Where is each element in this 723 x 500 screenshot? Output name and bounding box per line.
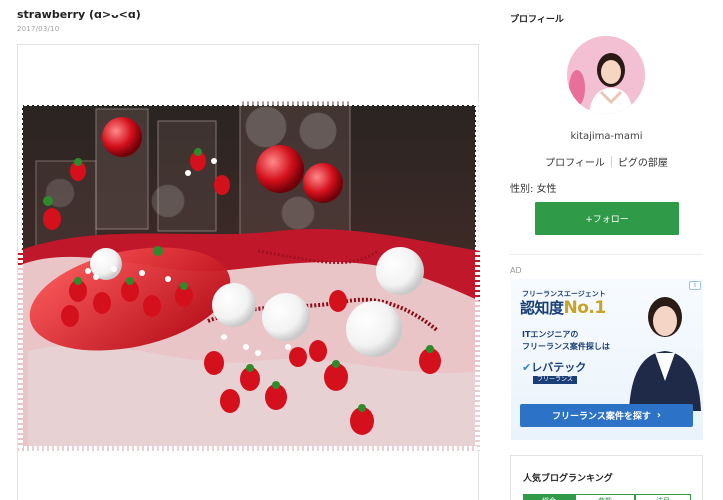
ad-headline-prefix: 認知度 <box>520 299 564 317</box>
profile-links: プロフィール ピグの部屋 <box>510 154 703 169</box>
sidebar-divider <box>510 254 703 255</box>
link-separator <box>610 156 612 167</box>
ranking-tab-overall[interactable]: 総合 <box>523 494 575 500</box>
ranking-tab-entertainment[interactable]: 芸能 <box>575 494 635 500</box>
ranking-title: 人気ブログランキング <box>523 474 613 484</box>
ad-body-line1: ITエンジニアの <box>522 330 579 339</box>
post-title[interactable]: strawberry (ɑ>ᴗ<ɑ) <box>17 8 141 21</box>
post-date: 2017/03/10 <box>17 25 60 33</box>
ad-body-line2: フリーランス案件探しは <box>522 342 610 351</box>
profile-link[interactable]: プロフィール <box>545 158 605 169</box>
pigg-room-link[interactable]: ピグの部屋 <box>618 158 668 169</box>
ad-logo-text: レバテック <box>531 361 587 374</box>
post-photo[interactable] <box>18 101 480 451</box>
ad-logo: ✔レバテック <box>522 359 586 375</box>
ad-cta-label: フリーランス案件を探す <box>552 412 651 422</box>
chevron-right-icon: › <box>656 410 661 421</box>
profile-heading: プロフィール <box>510 15 564 25</box>
blog-ranking-widget: 人気ブログランキング 総合 芸能 注目 <box>510 455 703 500</box>
post-body <box>17 44 480 500</box>
ad-cta-button[interactable]: フリーランス案件を探す › <box>520 404 693 427</box>
profile-username[interactable]: kitajima-mami <box>510 131 703 142</box>
avatar-image <box>567 36 645 114</box>
avatar[interactable] <box>567 36 645 114</box>
follow-button[interactable]: +フォロー <box>535 202 679 235</box>
ad-sublogo: フリーランス <box>533 376 577 384</box>
check-icon: ✔ <box>522 361 532 374</box>
profile-gender: 性別: 女性 <box>510 184 557 195</box>
ad-label: AD <box>510 266 522 275</box>
ad-model-image <box>629 297 701 411</box>
ad-body-text: ITエンジニアの フリーランス案件探しは <box>522 329 610 353</box>
ad-headline-rank: No.1 <box>563 298 607 318</box>
ad-headline-large: 認知度No.1 <box>520 297 606 318</box>
strawberry-photo-image <box>18 101 480 451</box>
ranking-tab-trending[interactable]: 注目 <box>635 494 691 500</box>
ad-banner[interactable]: i フリーランスエージェント 認知度No.1 ITエンジニアの フリーランス案件… <box>511 279 703 440</box>
ad-info-icon[interactable]: i <box>689 281 701 290</box>
